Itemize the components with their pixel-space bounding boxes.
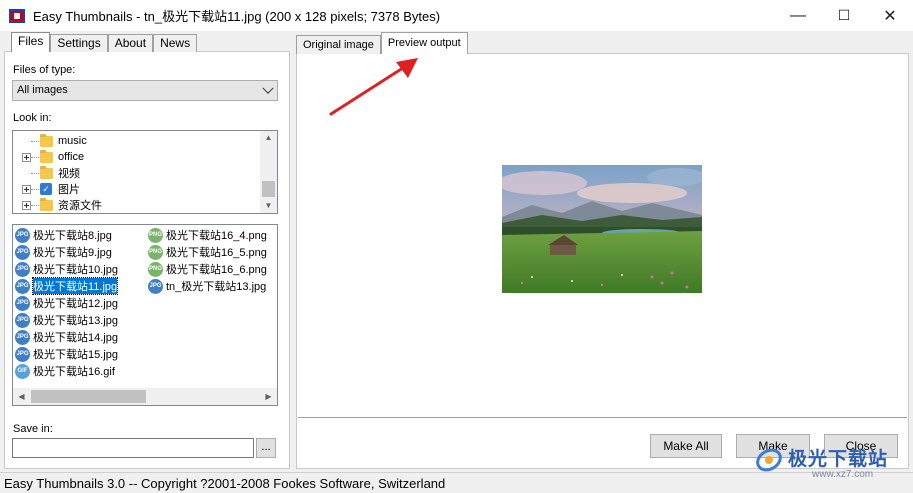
tree-item-label: 视频 [58,168,80,180]
status-text: Easy Thumbnails 3.0 -- Copyright ?2001-2… [4,476,446,491]
tab-preview-output[interactable]: Preview output [380,32,468,54]
save-in-input[interactable] [12,438,254,458]
tab-about[interactable]: About [107,34,154,52]
scroll-thumb[interactable] [31,390,146,403]
maximize-button[interactable]: ☐ [821,0,867,31]
watermark: 极光下载站 www.xz7.com [752,440,912,490]
list-item[interactable]: JPG 极光下载站9.jpg [15,244,114,260]
files-of-type-label: Files of type: [13,64,76,76]
tree-connector [31,157,39,158]
watermark-url: www.xz7.com [812,469,874,480]
tree-item-label: music [58,135,87,147]
watermark-logo-icon [756,448,782,472]
folder-icon [40,198,53,211]
expand-icon[interactable] [22,184,31,194]
list-item[interactable]: PNG 极光下载站16_5.png [148,244,269,260]
list-item-selected[interactable]: JPG 极光下载站11.jpg [15,277,119,295]
make-all-button[interactable]: Make All [650,434,722,458]
button-divider [298,417,907,419]
png-file-icon: PNG [148,244,163,260]
window-title: Easy Thumbnails - tn_极光下载站11.jpg (200 x … [33,9,441,24]
expand-icon[interactable] [22,200,31,210]
jpg-file-icon: JPG [15,278,30,294]
tree-connector [31,141,39,142]
tab-files[interactable]: Files [11,32,51,52]
jpg-file-icon: JPG [15,346,30,362]
scroll-left-icon[interactable]: ◀ [13,388,30,405]
jpg-file-icon: JPG [15,312,30,328]
gif-file-icon: GIF [15,363,30,379]
file-list[interactable]: JPG 极光下载站8.jpg JPG 极光下载站9.jpg JPG 极光下载站10.j… [12,224,278,406]
file-list-scrollbar[interactable]: ◀ ▶ [13,388,277,405]
checked-folder-icon: ✓ [40,183,52,195]
jpg-file-icon: JPG [148,278,163,294]
png-file-icon: PNG [148,261,163,277]
app-icon [9,8,25,23]
list-item[interactable]: JPG 极光下载站12.jpg [15,295,120,311]
close-window-button[interactable]: ✕ [867,0,913,31]
tree-scrollbar[interactable]: ▲ ▼ [260,131,277,213]
tree-item-label: 图片 [58,184,80,196]
window-controls: — ☐ ✕ [775,0,913,31]
tree-connector [31,173,39,174]
folder-icon [40,150,53,163]
list-item[interactable]: JPG tn_极光下载站13.jpg [148,278,268,294]
list-item[interactable]: JPG 极光下载站10.jpg [15,261,120,277]
minimize-button[interactable]: — [775,0,821,31]
title-bar: Easy Thumbnails - tn_极光下载站11.jpg (200 x … [0,0,913,31]
list-item[interactable]: JPG 极光下载站15.jpg [15,346,120,362]
landscape-thumbnail [502,165,702,293]
tree-item-label: office [58,151,85,163]
jpg-file-icon: JPG [15,329,30,345]
list-item[interactable]: PNG 极光下载站16_4.png [148,227,269,243]
folder-icon [40,166,53,179]
watermark-title: 极光下载站 [788,449,889,470]
look-in-label: Look in: [13,112,52,124]
files-of-type-select[interactable]: All images [12,80,278,101]
folder-icon [40,134,53,147]
list-item[interactable]: PNG 极光下载站16_6.png [148,261,269,277]
tree-item-label: 资源文件 [58,200,102,212]
scroll-up-icon[interactable]: ▲ [260,131,277,145]
jpg-file-icon: JPG [15,261,30,277]
files-of-type-value: All images [17,84,68,96]
preview-image [502,165,702,293]
tab-settings[interactable]: Settings [50,34,108,52]
jpg-file-icon: JPG [15,244,30,260]
list-item[interactable]: JPG 极光下载站13.jpg [15,312,120,328]
scroll-thumb[interactable] [262,181,275,197]
jpg-file-icon: JPG [15,227,30,243]
left-tab-bar: Files Settings About News [11,32,198,52]
tree-connector [31,189,39,190]
expand-icon[interactable] [22,152,31,162]
folder-tree[interactable]: music office 视频 ✓ 图片 资源文件 ▲ ▼ [12,130,278,214]
right-tab-bar: Original image Preview output [296,32,468,54]
scroll-down-icon[interactable]: ▼ [260,199,277,213]
scroll-right-icon[interactable]: ▶ [260,388,277,405]
save-in-label: Save in: [13,423,53,435]
png-file-icon: PNG [148,227,163,243]
chevron-down-icon [262,82,274,94]
browse-button[interactable]: ... [256,438,276,458]
list-item[interactable]: GIF 极光下载站16.gif [15,363,117,379]
tab-original-image[interactable]: Original image [296,35,381,54]
tree-connector [31,205,39,206]
jpg-file-icon: JPG [15,295,30,311]
list-item[interactable]: JPG 极光下载站8.jpg [15,227,114,243]
list-item[interactable]: JPG 极光下载站14.jpg [15,329,120,345]
tab-news[interactable]: News [153,34,198,52]
